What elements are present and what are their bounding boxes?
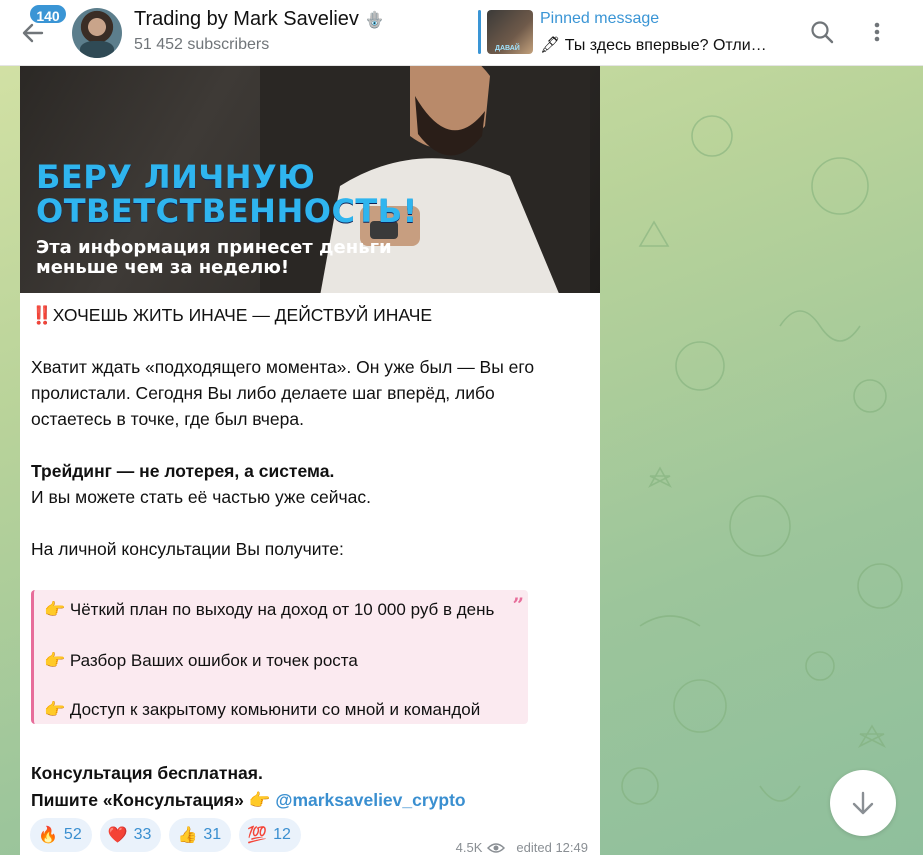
quote-item-3: 👉 Доступ к закрытому комьюнити со мной и… (44, 700, 481, 719)
post-image[interactable]: БЕРУ ЛИЧНУЮ ОТВЕТСТВЕННОСТЬ! Эта информа… (20, 66, 600, 293)
username-link[interactable]: @marksaveliev_crypto (275, 790, 465, 810)
post-heading: ‼️ХОЧЕШЬ ЖИТЬ ИНАЧЕ — ДЕЙСТВУЙ ИНАЧЕ (31, 305, 433, 325)
cta-line-2: Пишите «Консультация» 👉 @marksaveliev_cr… (31, 787, 466, 814)
cta-line-2-text: Пишите «Консультация» 👉 (31, 790, 276, 810)
thumbs-up-icon: 👍 (177, 827, 198, 844)
message-meta: 4.5K edited 12:49 (456, 840, 588, 855)
channel-title: Trading by Mark Saveliev (134, 8, 359, 30)
post-paragraph-2: Трейдинг — не лотерея, а система. И вы м… (31, 458, 591, 510)
reactions: 🔥 52 ❤️ 33 👍 31 💯 12 (30, 818, 301, 852)
search-icon (811, 21, 834, 44)
post-cta: Консультация бесплатная. Пишите «Консуль… (31, 760, 466, 814)
hundred-icon: 💯 (247, 827, 268, 844)
post-paragraph-1: Хватит ждать «подходящего момента». Он у… (31, 357, 535, 429)
post-paragraph-2-rest: И вы можете стать её частью уже сейчас. (31, 487, 371, 507)
more-button[interactable] (861, 16, 893, 48)
pinned-thumbnail[interactable]: ДАВАЙ (487, 10, 533, 54)
reaction-count: 31 (203, 826, 222, 843)
banner-headline-line2: ОТВЕТСТВЕННОСТЬ! (36, 192, 418, 230)
quote-mark-icon: ” (512, 593, 524, 617)
pinned-indicator (478, 10, 481, 54)
reaction-thumbs-up[interactable]: 👍 31 (169, 818, 232, 852)
channel-title-wrap[interactable]: Trading by Mark Saveliev 🪬 (134, 8, 384, 31)
banner-headline: БЕРУ ЛИЧНУЮ ОТВЕТСТВЕННОСТЬ! (36, 160, 418, 228)
banner-subline-line1: Эта информация принесет деньги (36, 237, 392, 258)
scroll-to-bottom-button[interactable] (830, 770, 896, 836)
search-button[interactable] (806, 16, 838, 48)
reaction-hundred[interactable]: 💯 12 (239, 818, 301, 852)
eye-icon (487, 842, 506, 853)
pinned-thumbnail-label: ДАВАЙ (495, 45, 520, 52)
reaction-count: 12 (273, 826, 291, 843)
pinned-message-text[interactable]: 🖋 Ты здесь впервые? Отли… (540, 35, 767, 55)
unread-badge: 140 (28, 3, 68, 25)
fire-icon: 🔥 (38, 827, 58, 844)
reaction-fire[interactable]: 🔥 52 (30, 818, 92, 852)
post-paragraph-2-bold: Трейдинг — не лотерея, а система. (31, 461, 335, 481)
post-text: ‼️ХОЧЕШЬ ЖИТЬ ИНАЧЕ — ДЕЙСТВУЙ ИНАЧЕ Хва… (31, 302, 591, 588)
banner-subline-line2: меньше чем за неделю! (36, 257, 290, 278)
quote-item-2: 👉 Разбор Ваших ошибок и точек роста (44, 651, 358, 670)
pinned-message-label[interactable]: Pinned message (540, 10, 659, 28)
view-count: 4.5K (455, 840, 483, 855)
chat-header: 140 Trading by Mark Saveliev 🪬 51 452 su… (0, 0, 923, 66)
channel-avatar[interactable] (72, 8, 122, 58)
banner-subline: Эта информация принесет деньги меньше че… (36, 238, 392, 278)
hamsa-icon: 🪬 (364, 12, 385, 29)
subscriber-count: 51 452 subscribers (134, 36, 270, 53)
edited-time: edited 12:49 (516, 840, 588, 855)
arrow-down-icon (852, 791, 874, 815)
banner-headline-line1: БЕРУ ЛИЧНУЮ (36, 158, 316, 196)
reaction-heart[interactable]: ❤️ 33 (99, 818, 162, 852)
post-paragraph-3: На личной консультации Вы получите: (31, 539, 344, 559)
channel-post: БЕРУ ЛИЧНУЮ ОТВЕТСТВЕННОСТЬ! Эта информа… (20, 66, 600, 855)
blockquote: ” 👉 Чёткий план по выходу на доход от 10… (31, 590, 528, 724)
reaction-count: 33 (133, 826, 152, 843)
quote-item-1: 👉 Чёткий план по выходу на доход от 10 0… (44, 600, 495, 619)
heart-icon: ❤️ (107, 827, 128, 844)
cta-line-1: Консультация бесплатная. (31, 763, 263, 783)
more-vertical-icon (874, 22, 880, 42)
reaction-count: 52 (63, 826, 82, 843)
